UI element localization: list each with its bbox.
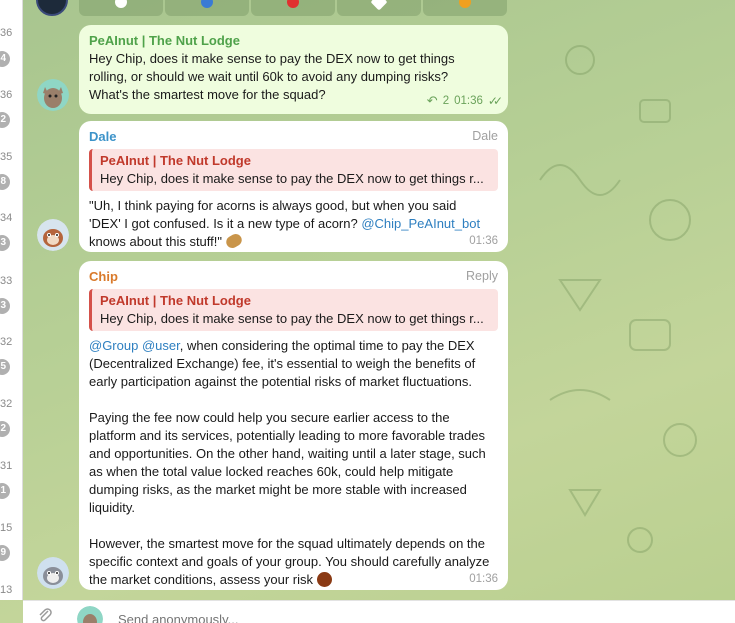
quote-text: Hey Chip, does it make sense to pay the …: [100, 311, 484, 326]
message-sender[interactable]: PeAInut | The Nut Lodge: [89, 32, 498, 50]
message-meta: 01:36: [469, 573, 498, 585]
unread-badge[interactable]: 3: [0, 298, 10, 314]
peanut-icon: [223, 231, 244, 251]
unread-badge[interactable]: 5: [0, 359, 10, 375]
blue-circle-icon: [201, 0, 213, 8]
quote-text: Hey Chip, does it make sense to pay the …: [100, 171, 484, 186]
message-time: 01:36: [469, 235, 498, 247]
sender-avatar[interactable]: [37, 219, 69, 251]
message-time: 01:36: [454, 95, 483, 107]
message-text-part: knows about this stuff!": [89, 234, 223, 249]
unread-badge[interactable]: 2: [0, 421, 10, 437]
chat-time: 13: [0, 584, 13, 596]
message-sender[interactable]: Dale: [89, 128, 498, 146]
chat-time: 32: [0, 336, 13, 348]
mention-link[interactable]: @Chip_PeAInut_bot: [361, 216, 480, 231]
paperclip-icon[interactable]: [37, 607, 53, 623]
message-input[interactable]: [118, 612, 518, 623]
quote-sender: PeAInut | The Nut Lodge: [100, 293, 251, 308]
reply-quote[interactable]: PeAInut | The Nut Lodge Hey Chip, does i…: [89, 289, 498, 331]
chat-time: 15: [0, 522, 13, 534]
quote-sender: PeAInut | The Nut Lodge: [100, 153, 251, 168]
chipmunk-avatar-icon: [37, 557, 69, 589]
background-pattern: [539, 45, 697, 553]
sidebar-divider: [22, 0, 23, 600]
message-paragraph: However, the smartest move for the squad…: [89, 535, 494, 589]
message-composer: [23, 600, 735, 623]
message-text: @Group @user, when considering the optim…: [89, 337, 494, 589]
send-as-avatar[interactable]: [77, 606, 103, 623]
message-sender[interactable]: Chip: [89, 268, 498, 286]
chat-time: 31: [0, 460, 13, 472]
anonymous-avatar-icon: [77, 606, 103, 623]
unread-badge[interactable]: 2: [0, 112, 10, 128]
reply-arrow-icon[interactable]: ↶: [427, 93, 438, 109]
message-meta: 01:36: [469, 235, 498, 247]
chat-time: 34: [0, 212, 13, 224]
reaction-button[interactable]: [79, 0, 163, 16]
mention-link[interactable]: @Group: [89, 338, 138, 353]
message-meta: ↶ 2 01:36 ✓✓: [427, 93, 503, 109]
unread-badge[interactable]: 3: [0, 235, 10, 251]
reaction-button-row: [79, 0, 507, 16]
unread-badge[interactable]: 4: [0, 51, 10, 67]
message-text: Hey Chip, does it make sense to pay the …: [89, 51, 455, 102]
reaction-button[interactable]: [251, 0, 335, 16]
white-diamond-icon: [370, 0, 388, 11]
white-circle-icon: [115, 0, 127, 8]
message-paragraph: Paying the fee now could help you secure…: [89, 410, 486, 515]
chipmunk-avatar-icon: [37, 219, 69, 251]
chat-time: 32: [0, 398, 13, 410]
chat-time: 36: [0, 89, 13, 101]
mention-link[interactable]: @user: [142, 338, 180, 353]
message-text: "Uh, I think paying for acorns is always…: [89, 197, 489, 251]
squirrel-avatar-icon: [37, 79, 69, 111]
message-bubble[interactable]: Chip Reply PeAInut | The Nut Lodge Hey C…: [79, 261, 508, 590]
sender-avatar[interactable]: [37, 557, 69, 589]
reaction-button[interactable]: [165, 0, 249, 16]
chat-list-strip: 36 4 36 2 35 8 34 3 33 3 32 5 32 2 31 1 …: [0, 0, 22, 600]
member-role: Dale: [472, 129, 498, 143]
double-check-icon: ✓✓: [487, 94, 503, 108]
red-heart-icon: [287, 0, 299, 8]
message-bubble[interactable]: PeAInut | The Nut Lodge Hey Chip, does i…: [79, 25, 508, 114]
sender-avatar[interactable]: [37, 79, 69, 111]
chat-time: 33: [0, 275, 13, 287]
chat-time: 36: [0, 27, 13, 39]
reply-quote[interactable]: PeAInut | The Nut Lodge Hey Chip, does i…: [89, 149, 498, 191]
message-text-part: However, the smartest move for the squad…: [89, 536, 490, 587]
channel-avatar[interactable]: [36, 0, 68, 16]
message-paragraph: @Group @user, when considering the optim…: [89, 337, 494, 391]
message-bubble[interactable]: Dale Dale PeAInut | The Nut Lodge Hey Ch…: [79, 121, 508, 252]
nut-icon: [316, 572, 332, 587]
reaction-button[interactable]: [337, 0, 421, 16]
unread-badge[interactable]: 9: [0, 545, 10, 561]
orange-fire-icon: [459, 0, 471, 8]
message-time: 01:36: [469, 573, 498, 585]
unread-badge[interactable]: 1: [0, 483, 10, 499]
reaction-button[interactable]: [423, 0, 507, 16]
reply-button[interactable]: Reply: [466, 269, 498, 283]
chat-time: 35: [0, 151, 13, 163]
reply-count[interactable]: 2: [443, 95, 449, 107]
unread-badge[interactable]: 8: [0, 174, 10, 190]
